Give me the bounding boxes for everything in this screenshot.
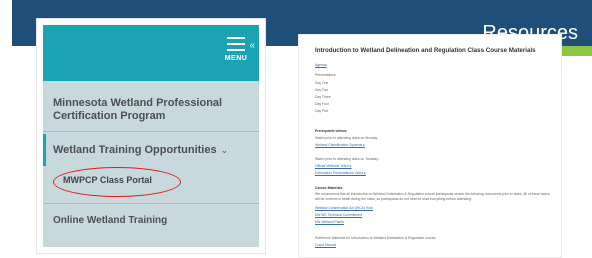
prereq-heading: Prerequisite videos: bbox=[315, 129, 348, 133]
reference-link[interactable]: Corps Manual bbox=[315, 243, 336, 247]
double-chevron-icon: « bbox=[249, 40, 255, 51]
day-item[interactable]: Day Two bbox=[315, 88, 328, 92]
day-item[interactable]: Day Three bbox=[315, 95, 331, 99]
menu-item-certification-program[interactable]: Minnesota Wetland Professional Certifica… bbox=[53, 97, 223, 123]
menu-item-class-portal[interactable]: MWPCP Class Portal bbox=[63, 175, 152, 185]
menu-item-training-label: Wetland Training Opportunities bbox=[53, 144, 217, 156]
active-indicator bbox=[43, 134, 46, 166]
course-link[interactable]: MN Wetland Plants bbox=[315, 220, 344, 224]
day-item[interactable]: Day Four bbox=[315, 102, 329, 106]
reference-text: Reference Materials for Introduction to … bbox=[315, 236, 437, 240]
course-link[interactable]: MN WC Technical Commitment bbox=[315, 213, 362, 217]
menu-toggle-button[interactable]: « MENU bbox=[221, 37, 255, 73]
course-materials-text: We recommend that all Introduction to We… bbox=[315, 192, 550, 201]
menu-item-online-training[interactable]: Online Wetland Training bbox=[53, 215, 167, 226]
page-title: Introduction to Wetland Delineation and … bbox=[315, 47, 536, 54]
course-materials-screenshot: Introduction to Wetland Delineation and … bbox=[298, 34, 562, 258]
prereq-tuesday-link[interactable]: Official Methods Video ▸ bbox=[315, 164, 351, 168]
prereq-monday-link[interactable]: Wetland Classification Systems ▸ bbox=[315, 143, 365, 147]
slide-left-margin bbox=[0, 0, 12, 256]
agenda-link[interactable]: Agenda bbox=[315, 63, 327, 67]
menu-divider bbox=[43, 203, 259, 204]
menu-item-training-opportunities[interactable]: Wetland Training Opportunities ⌄ bbox=[43, 134, 259, 166]
course-materials-heading: Course Materials bbox=[315, 186, 343, 190]
menu-header: « MENU bbox=[43, 25, 259, 81]
menu-label: MENU bbox=[224, 55, 248, 62]
prereq-tuesday-text: Watch prior to attending class on Tuesda… bbox=[315, 157, 379, 161]
menu-body: Minnesota Wetland Professional Certifica… bbox=[43, 81, 259, 247]
hamburger-icon bbox=[227, 37, 245, 51]
prereq-tuesday-link[interactable]: Delineation Presentations Video ▸ bbox=[315, 171, 366, 175]
course-link[interactable]: Wetland Conservation Act (WCA) Rule bbox=[315, 206, 373, 210]
day-item[interactable]: Day One bbox=[315, 81, 328, 85]
day-item[interactable]: Day Five bbox=[315, 109, 328, 113]
prereq-monday-text: Watch prior to attending class on Monday… bbox=[315, 136, 379, 140]
menu-screenshot: « MENU Minnesota Wetland Professional Ce… bbox=[36, 18, 266, 254]
menu-divider bbox=[43, 131, 259, 132]
chevron-down-icon: ⌄ bbox=[220, 145, 229, 155]
presentations-label: Presentations bbox=[315, 73, 336, 77]
